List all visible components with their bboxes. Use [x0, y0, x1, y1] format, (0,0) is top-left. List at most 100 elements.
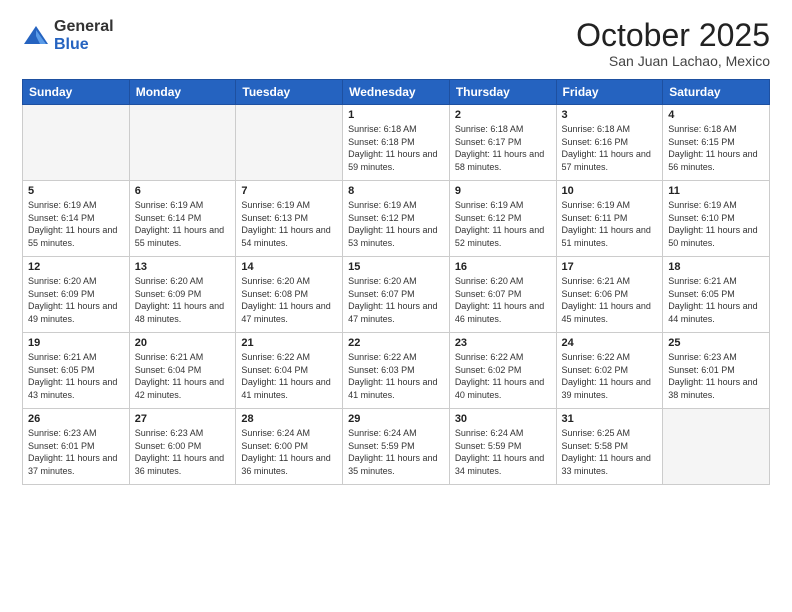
day-info: Sunrise: 6:21 AMSunset: 6:05 PMDaylight:… [28, 351, 124, 401]
day-number: 1 [348, 109, 444, 121]
day-number: 10 [562, 185, 658, 197]
day-info: Sunrise: 6:18 AMSunset: 6:15 PMDaylight:… [668, 123, 764, 173]
day-number: 11 [668, 185, 764, 197]
location: San Juan Lachao, Mexico [576, 53, 770, 69]
day-info: Sunrise: 6:20 AMSunset: 6:09 PMDaylight:… [135, 275, 231, 325]
day-number: 4 [668, 109, 764, 121]
calendar-cell: 23 Sunrise: 6:22 AMSunset: 6:02 PMDayligh… [449, 333, 556, 409]
week-row-1: 5Sunrise: 6:19 AMSunset: 6:14 PMDaylight… [23, 181, 770, 257]
calendar-cell: 18 Sunrise: 6:21 AMSunset: 6:05 PMDayligh… [663, 257, 770, 333]
calendar-cell: 7 Sunrise: 6:19 AMSunset: 6:13 PMDaylight… [236, 181, 343, 257]
week-row-2: 12Sunrise: 6:20 AMSunset: 6:09 PMDayligh… [23, 257, 770, 333]
week-row-3: 19 Sunrise: 6:21 AMSunset: 6:05 PMDayligh… [23, 333, 770, 409]
calendar-cell: 2 Sunrise: 6:18 AMSunset: 6:17 PMDaylight… [449, 105, 556, 181]
calendar-cell: 3Sunrise: 6:18 AMSunset: 6:16 PMDaylight… [556, 105, 663, 181]
day-info: Sunrise: 6:19 AMSunset: 6:12 PMDaylight:… [348, 199, 444, 249]
day-number: 17 [562, 261, 658, 273]
weekday-header-sunday: Sunday [23, 80, 130, 105]
calendar-cell: 9 Sunrise: 6:19 AMSunset: 6:12 PMDaylight… [449, 181, 556, 257]
weekday-header-thursday: Thursday [449, 80, 556, 105]
day-info: Sunrise: 6:21 AMSunset: 6:04 PMDaylight:… [135, 351, 231, 401]
day-number: 22 [348, 337, 444, 349]
calendar-cell: 8Sunrise: 6:19 AMSunset: 6:12 PMDaylight… [343, 181, 450, 257]
day-number: 27 [135, 413, 231, 425]
logo-general: General [54, 18, 114, 36]
day-number: 26 [28, 413, 124, 425]
calendar-cell: 20 Sunrise: 6:21 AMSunset: 6:04 PMDayligh… [129, 333, 236, 409]
week-row-4: 26Sunrise: 6:23 AMSunset: 6:01 PMDayligh… [23, 409, 770, 485]
calendar-cell: 12Sunrise: 6:20 AMSunset: 6:09 PMDayligh… [23, 257, 130, 333]
day-info: Sunrise: 6:24 AMSunset: 5:59 PMDaylight:… [455, 427, 551, 477]
calendar-cell: 14Sunrise: 6:20 AMSunset: 6:08 PMDayligh… [236, 257, 343, 333]
calendar-cell: 21Sunrise: 6:22 AMSunset: 6:04 PMDayligh… [236, 333, 343, 409]
day-number: 13 [135, 261, 231, 273]
calendar-cell: 19 Sunrise: 6:21 AMSunset: 6:05 PMDayligh… [23, 333, 130, 409]
calendar-cell: 13 Sunrise: 6:20 AMSunset: 6:09 PMDayligh… [129, 257, 236, 333]
day-info: Sunrise: 6:19 AMSunset: 6:12 PMDaylight:… [455, 199, 551, 249]
weekday-header-wednesday: Wednesday [343, 80, 450, 105]
day-number: 18 [668, 261, 764, 273]
day-info: Sunrise: 6:19 AMSunset: 6:14 PMDaylight:… [28, 199, 124, 249]
day-info: Sunrise: 6:19 AMSunset: 6:11 PMDaylight:… [562, 199, 658, 249]
day-number: 31 [562, 413, 658, 425]
calendar-cell: 28 Sunrise: 6:24 AMSunset: 6:00 PMDayligh… [236, 409, 343, 485]
weekday-header-saturday: Saturday [663, 80, 770, 105]
day-info: Sunrise: 6:25 AMSunset: 5:58 PMDaylight:… [562, 427, 658, 477]
day-info: Sunrise: 6:24 AMSunset: 6:00 PMDaylight:… [241, 427, 337, 477]
weekday-header-friday: Friday [556, 80, 663, 105]
day-number: 21 [241, 337, 337, 349]
day-info: Sunrise: 6:20 AMSunset: 6:08 PMDaylight:… [241, 275, 337, 325]
calendar-cell: 27 Sunrise: 6:23 AMSunset: 6:00 PMDayligh… [129, 409, 236, 485]
day-info: Sunrise: 6:18 AMSunset: 6:17 PMDaylight:… [455, 123, 551, 173]
day-info: Sunrise: 6:19 AMSunset: 6:13 PMDaylight:… [241, 199, 337, 249]
calendar-cell: 24 Sunrise: 6:22 AMSunset: 6:02 PMDayligh… [556, 333, 663, 409]
calendar-cell: 6Sunrise: 6:19 AMSunset: 6:14 PMDaylight… [129, 181, 236, 257]
header: General Blue October 2025 San Juan Lacha… [22, 18, 770, 69]
title-block: October 2025 San Juan Lachao, Mexico [576, 18, 770, 69]
calendar-cell: 22Sunrise: 6:22 AMSunset: 6:03 PMDayligh… [343, 333, 450, 409]
logo-text: General Blue [54, 18, 114, 53]
calendar-cell: 31 Sunrise: 6:25 AMSunset: 5:58 PMDayligh… [556, 409, 663, 485]
day-number: 19 [28, 337, 124, 349]
page: General Blue October 2025 San Juan Lacha… [0, 0, 792, 612]
day-number: 15 [348, 261, 444, 273]
logo: General Blue [22, 18, 114, 53]
calendar-cell: 15 Sunrise: 6:20 AMSunset: 6:07 PMDayligh… [343, 257, 450, 333]
day-number: 3 [562, 109, 658, 121]
calendar-cell: 25Sunrise: 6:23 AMSunset: 6:01 PMDayligh… [663, 333, 770, 409]
calendar-cell: 1Sunrise: 6:18 AMSunset: 6:18 PMDaylight… [343, 105, 450, 181]
day-info: Sunrise: 6:22 AMSunset: 6:02 PMDaylight:… [455, 351, 551, 401]
day-info: Sunrise: 6:19 AMSunset: 6:14 PMDaylight:… [135, 199, 231, 249]
weekday-header-row: SundayMondayTuesdayWednesdayThursdayFrid… [23, 80, 770, 105]
day-info: Sunrise: 6:24 AMSunset: 5:59 PMDaylight:… [348, 427, 444, 477]
weekday-header-tuesday: Tuesday [236, 80, 343, 105]
day-number: 20 [135, 337, 231, 349]
calendar-cell: 17 Sunrise: 6:21 AMSunset: 6:06 PMDayligh… [556, 257, 663, 333]
calendar-cell: 11Sunrise: 6:19 AMSunset: 6:10 PMDayligh… [663, 181, 770, 257]
calendar-cell: 29 Sunrise: 6:24 AMSunset: 5:59 PMDayligh… [343, 409, 450, 485]
calendar-cell: 26Sunrise: 6:23 AMSunset: 6:01 PMDayligh… [23, 409, 130, 485]
day-number: 7 [241, 185, 337, 197]
day-number: 30 [455, 413, 551, 425]
calendar-cell: 30 Sunrise: 6:24 AMSunset: 5:59 PMDayligh… [449, 409, 556, 485]
day-number: 23 [455, 337, 551, 349]
calendar-cell: 16 Sunrise: 6:20 AMSunset: 6:07 PMDayligh… [449, 257, 556, 333]
day-number: 28 [241, 413, 337, 425]
calendar-table: SundayMondayTuesdayWednesdayThursdayFrid… [22, 79, 770, 485]
day-info: Sunrise: 6:21 AMSunset: 6:06 PMDaylight:… [562, 275, 658, 325]
calendar-cell [23, 105, 130, 181]
month-title: October 2025 [576, 18, 770, 53]
calendar-cell: 10 Sunrise: 6:19 AMSunset: 6:11 PMDayligh… [556, 181, 663, 257]
day-info: Sunrise: 6:23 AMSunset: 6:00 PMDaylight:… [135, 427, 231, 477]
day-number: 24 [562, 337, 658, 349]
day-number: 9 [455, 185, 551, 197]
day-number: 16 [455, 261, 551, 273]
day-info: Sunrise: 6:21 AMSunset: 6:05 PMDaylight:… [668, 275, 764, 325]
day-info: Sunrise: 6:22 AMSunset: 6:02 PMDaylight:… [562, 351, 658, 401]
day-number: 29 [348, 413, 444, 425]
day-info: Sunrise: 6:20 AMSunset: 6:07 PMDaylight:… [455, 275, 551, 325]
logo-icon [22, 22, 50, 50]
calendar-cell [236, 105, 343, 181]
day-info: Sunrise: 6:20 AMSunset: 6:07 PMDaylight:… [348, 275, 444, 325]
day-number: 2 [455, 109, 551, 121]
